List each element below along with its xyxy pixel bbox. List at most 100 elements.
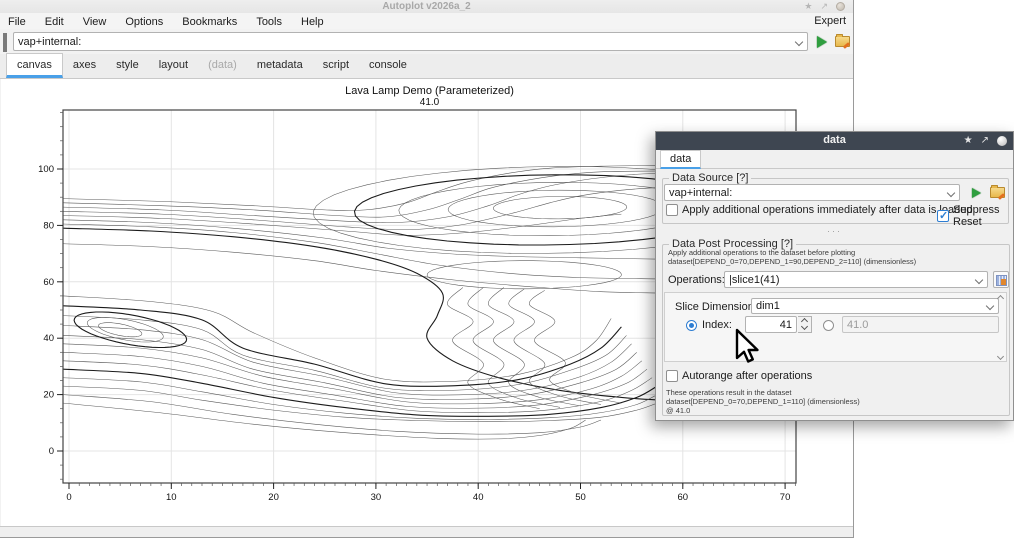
value-radio-unselected[interactable] — [823, 320, 834, 331]
detach-icon[interactable]: ↗ — [820, 2, 828, 11]
screenshot-stage: Autoplot v2026a_2 ★ ↗ File Edit View Option… — [0, 0, 1014, 539]
post-processing-hint: Apply additional operations to the datas… — [668, 248, 855, 257]
uri-input[interactable]: vap+internal: — [13, 32, 808, 51]
svg-text:60: 60 — [43, 277, 54, 288]
checkbox-icon[interactable] — [666, 204, 678, 216]
operations-value: |slice1(41) — [729, 274, 975, 286]
dialog-title: data — [656, 134, 1013, 146]
tab-layout[interactable]: layout — [149, 54, 198, 78]
folder-icon — [990, 187, 1005, 198]
load-button[interactable] — [968, 185, 985, 200]
scroll-down-icon[interactable] — [998, 353, 1004, 359]
menu-options[interactable]: Options — [125, 16, 163, 28]
pin-icon[interactable]: ★ — [804, 2, 812, 11]
tab-metadata[interactable]: metadata — [247, 54, 313, 78]
index-label: Index: — [702, 319, 732, 331]
menu-bookmarks[interactable]: Bookmarks — [182, 16, 237, 28]
svg-text:70: 70 — [780, 492, 791, 503]
plot-title: Lava Lamp Demo (Parameterized) — [63, 85, 796, 97]
play-icon — [972, 188, 981, 198]
svg-text:50: 50 — [575, 492, 586, 503]
menu-tools[interactable]: Tools — [256, 16, 282, 28]
menu-items: File Edit View Options Bookmarks Tools Help — [8, 12, 343, 30]
tab-script[interactable]: script — [313, 54, 359, 78]
svg-text:0: 0 — [66, 492, 71, 503]
uri-type-icon — [3, 34, 10, 48]
operations-picker-button[interactable] — [993, 271, 1009, 288]
go-button[interactable] — [814, 34, 830, 49]
autorange-label: Autorange after operations — [682, 370, 812, 382]
operations-label: Operations: — [668, 274, 725, 286]
slice-editor-panel: Slice Dimension: dim1 Index: 41 41.0 — [664, 292, 1007, 362]
uri-value: vap+internal: — [18, 36, 795, 48]
result-caption: These operations result in the dataset — [666, 388, 792, 397]
slice-value: 41.0 — [847, 319, 868, 331]
status-bar — [0, 526, 853, 537]
suppress-reset-label: Suppress Reset — [953, 204, 1013, 228]
mouse-cursor — [734, 328, 764, 368]
main-tab-bar: canvasaxesstylelayout(data)metadatascrip… — [0, 54, 853, 79]
pin-icon[interactable]: ★ — [964, 136, 973, 146]
index-radio-selected[interactable] — [686, 320, 697, 331]
tab-canvas[interactable]: canvas — [6, 53, 63, 78]
svg-text:10: 10 — [166, 492, 177, 503]
folder-icon — [835, 36, 850, 47]
detach-icon[interactable]: ↗ — [981, 136, 989, 146]
svg-text:40: 40 — [473, 492, 484, 503]
window-title: Autoplot v2026a_2 — [0, 1, 853, 12]
tab-data[interactable]: data — [660, 150, 701, 169]
spin-down-icon — [802, 324, 807, 329]
data-source-value: vap+internal: — [669, 187, 947, 199]
svg-text:80: 80 — [43, 220, 54, 231]
result-dataset-label: dataset[DEPEND_0=70,DEPEND_1=110] (dimen… — [666, 397, 860, 406]
checkbox-checked-icon[interactable] — [937, 210, 949, 222]
collapse-handle[interactable]: ··· — [656, 228, 1013, 234]
autorange-checkbox[interactable]: Autorange after operations — [666, 370, 812, 382]
scroll-up-icon[interactable] — [998, 295, 1004, 301]
chevron-down-icon[interactable] — [975, 276, 983, 284]
busy-indicator-icon — [836, 2, 845, 11]
menu-view[interactable]: View — [83, 16, 107, 28]
tab-console[interactable]: console — [359, 54, 417, 78]
browse-button[interactable] — [834, 34, 851, 49]
menu-edit[interactable]: Edit — [45, 16, 64, 28]
slice-value-input-disabled[interactable]: 41.0 — [842, 316, 999, 333]
spinner-arrows[interactable] — [798, 316, 812, 333]
svg-text:40: 40 — [43, 333, 54, 344]
apply-immediately-label: Apply additional operations immediately … — [682, 204, 972, 216]
data-source-legend[interactable]: Data Source [?] — [669, 172, 751, 184]
chevron-down-icon[interactable] — [986, 302, 994, 310]
plot-subtitle: 41.0 — [63, 97, 796, 108]
dialog-tab-strip: data — [656, 150, 1013, 169]
svg-text:30: 30 — [371, 492, 382, 503]
result-at-label: @ 41.0 — [666, 406, 690, 415]
data-source-input[interactable]: vap+internal: — [664, 184, 960, 201]
browse-button[interactable] — [989, 185, 1006, 200]
input-dataset-label: dataset[DEPEND_0=70,DEPEND_1=90,DEPEND_2… — [668, 257, 916, 266]
busy-indicator-icon — [997, 136, 1007, 146]
svg-text:0: 0 — [49, 446, 54, 457]
menu-help[interactable]: Help — [301, 16, 324, 28]
expert-mode-label[interactable]: Expert — [814, 13, 846, 29]
suppress-reset-checkbox[interactable]: Suppress Reset — [937, 204, 1013, 228]
menu-bar: File Edit View Options Bookmarks Tools Help Ex… — [0, 13, 853, 29]
checkbox-icon[interactable] — [666, 370, 678, 382]
slice-dimension-value: dim1 — [756, 300, 986, 312]
slice-dimension-select[interactable]: dim1 — [751, 298, 999, 314]
tab-axes[interactable]: axes — [63, 54, 106, 78]
chevron-down-icon[interactable] — [947, 189, 955, 197]
play-icon — [817, 36, 827, 48]
svg-text:100: 100 — [38, 164, 54, 175]
svg-text:60: 60 — [678, 492, 689, 503]
address-row: vap+internal: — [0, 29, 853, 54]
slice-dimension-label: Slice Dimension: — [675, 301, 757, 313]
tab-data[interactable]: (data) — [198, 54, 247, 78]
operations-input[interactable]: |slice1(41) — [724, 271, 988, 288]
dialog-titlebar[interactable]: data ★ ↗ — [656, 132, 1013, 150]
tab-style[interactable]: style — [106, 54, 149, 78]
svg-text:20: 20 — [268, 492, 279, 503]
svg-text:20: 20 — [43, 390, 54, 401]
apply-immediately-checkbox[interactable]: Apply additional operations immediately … — [666, 204, 972, 216]
chevron-down-icon[interactable] — [795, 38, 803, 46]
menu-file[interactable]: File — [8, 16, 26, 28]
